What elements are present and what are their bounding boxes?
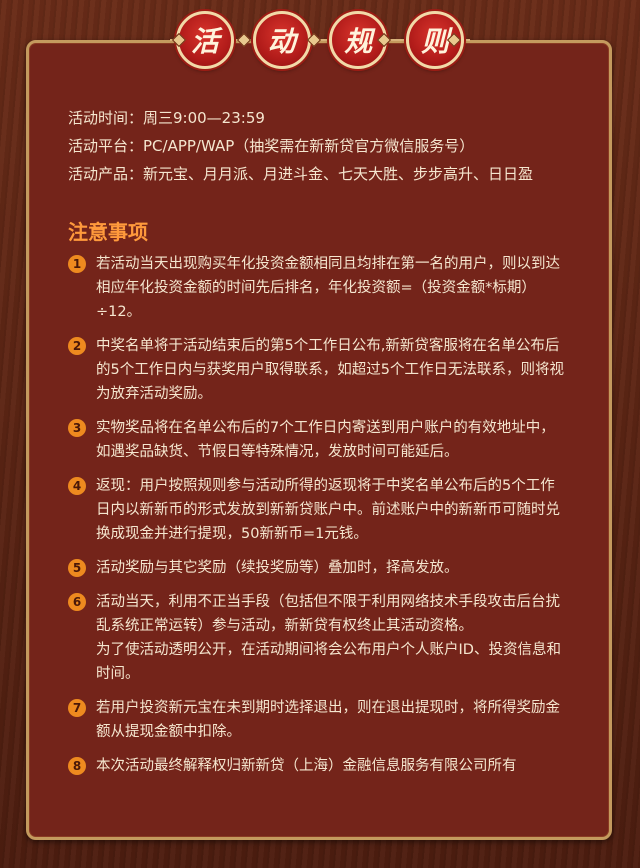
title-char-2: 动	[252, 11, 311, 69]
rule-item: 2 中奖名单将于活动结束后的第5个工作日公布,新新贷客服将在名单公布后的5个工作…	[68, 334, 568, 406]
rule-text: 本次活动最终解释权归新新贷（上海）金融信息服务有限公司所有	[96, 758, 517, 774]
activity-info: 活动时间：周三9:00—23:59 活动平台：PC/APP/WAP（抽奖需在新新…	[68, 104, 588, 188]
activity-platform: 活动平台：PC/APP/WAP（抽奖需在新新贷官方微信服务号）	[68, 137, 475, 155]
activity-time: 活动时间：周三9:00—23:59	[68, 109, 265, 127]
rule-item: 6 活动当天，利用不正当手段（包括但不限于利用网络技术手段攻击后台扰乱系统正常运…	[68, 590, 568, 686]
rule-item: 3 实物奖品将在名单公布后的7个工作日内寄送到用户账户的有效地址中，如遇奖品缺货…	[68, 416, 568, 464]
rule-text: 活动当天，利用不正当手段（包括但不限于利用网络技术手段攻击后台扰乱系统正常运转）…	[96, 594, 560, 634]
notice-title: 注意事项	[68, 220, 148, 244]
number-badge: 2	[68, 337, 86, 355]
rule-text: 返现：用户按照规则参与活动所得的返现将于中奖名单公布后的5个工作日内以新新币的形…	[96, 478, 560, 542]
diamond-ornament	[236, 32, 252, 48]
rules-list: 1 若活动当天出现购买年化投资金额相同且均排在第一名的用户，则以到达相应年化投资…	[68, 252, 568, 788]
number-badge: 4	[68, 477, 86, 495]
activity-products: 活动产品：新元宝、月月派、月进斗金、七天大胜、步步高升、日日盈	[68, 165, 534, 183]
rule-item: 5 活动奖励与其它奖励（续投奖励等）叠加时，择高发放。	[68, 556, 568, 580]
number-badge: 3	[68, 419, 86, 437]
rule-item: 4 返现：用户按照规则参与活动所得的返现将于中奖名单公布后的5个工作日内以新新币…	[68, 474, 568, 546]
rule-text: 若活动当天出现购买年化投资金额相同且均排在第一名的用户，则以到达相应年化投资金额…	[96, 256, 560, 320]
rule-item: 7 若用户投资新元宝在未到期时选择退出，则在退出提现时，将所得奖励金额从提现金额…	[68, 696, 568, 744]
rule-item: 1 若活动当天出现购买年化投资金额相同且均排在第一名的用户，则以到达相应年化投资…	[68, 252, 568, 324]
title-banner: 活 动 规 则	[170, 8, 470, 72]
rule-text: 活动奖励与其它奖励（续投奖励等）叠加时，择高发放。	[96, 560, 459, 576]
number-badge: 6	[68, 593, 86, 611]
number-badge: 5	[68, 559, 86, 577]
rule-text-group: 活动当天，利用不正当手段（包括但不限于利用网络技术手段攻击后台扰乱系统正常运转）…	[96, 590, 568, 686]
rule-item: 8 本次活动最终解释权归新新贷（上海）金融信息服务有限公司所有	[68, 754, 568, 778]
rule-text: 实物奖品将在名单公布后的7个工作日内寄送到用户账户的有效地址中，如遇奖品缺货、节…	[96, 420, 555, 460]
number-badge: 1	[68, 255, 86, 273]
number-badge: 7	[68, 699, 86, 717]
rule-text: 若用户投资新元宝在未到期时选择退出，则在退出提现时，将所得奖励金额从提现金额中扣…	[96, 700, 560, 740]
number-badge: 8	[68, 757, 86, 775]
rule-extra-text: 为了使活动透明公开，在活动期间将会公布用户个人账户ID、投资信息和时间。	[96, 642, 561, 682]
rule-text: 中奖名单将于活动结束后的第5个工作日公布,新新贷客服将在名单公布后的5个工作日内…	[96, 338, 564, 402]
